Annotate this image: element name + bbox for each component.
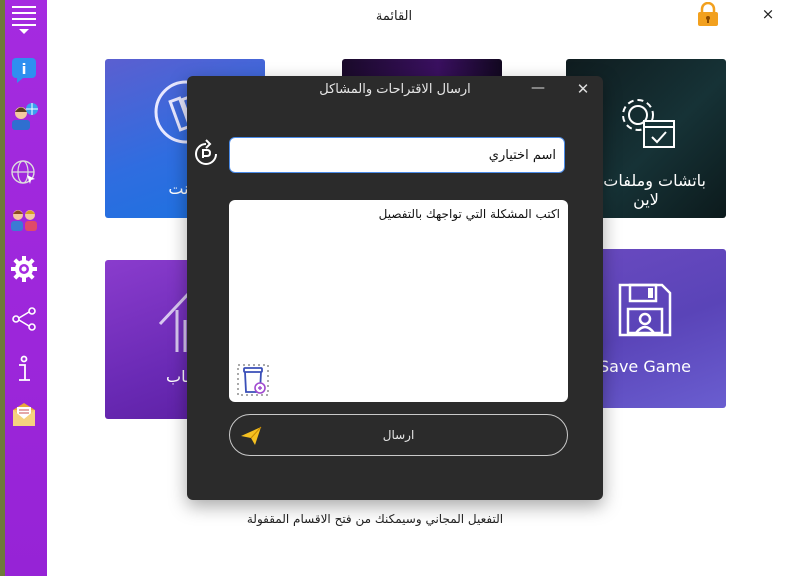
floppy-icon — [616, 281, 674, 339]
info-icon[interactable] — [9, 354, 39, 384]
settings-gear-icon[interactable] — [9, 254, 39, 284]
dialog-title: ارسال الاقتراحات والمشاكل — [319, 82, 471, 97]
problem-textarea[interactable]: اكتب المشكلة التي تواجهك بالتفصيل — [229, 200, 568, 402]
info-chat-icon[interactable]: i — [9, 55, 39, 85]
patches-label-line2: لاين — [633, 190, 659, 209]
send-label: ارسال — [382, 428, 415, 442]
patches-label-line1: باتشات وملفات او — [586, 171, 706, 190]
window-close-button[interactable]: × — [759, 5, 777, 23]
clear-trash-icon[interactable] — [237, 364, 269, 396]
users-icon[interactable] — [9, 205, 39, 235]
mail-icon[interactable] — [9, 400, 39, 430]
patches-label: باتشات وملفات او لاين — [586, 171, 706, 209]
savegame-label: Save Game — [599, 357, 691, 376]
send-button[interactable]: ارسال — [229, 414, 568, 456]
name-input[interactable] — [229, 137, 565, 173]
dialog-close-button[interactable]: ✕ — [573, 80, 593, 100]
svg-text:i: i — [22, 62, 27, 78]
user-globe-icon[interactable] — [9, 102, 39, 132]
activation-note: التفعيل المجاني وسيمكنك من فتح الاقسام ا… — [246, 512, 504, 526]
sidebar: i — [0, 0, 47, 576]
sidebar-edge — [0, 0, 5, 576]
gear-checklist-icon — [614, 93, 680, 153]
page-title: القائمة — [375, 9, 413, 24]
lock-icon[interactable] — [697, 1, 719, 26]
suggestions-dialog: ارسال الاقتراحات والمشاكل — ✕ اكتب المشك… — [187, 76, 603, 500]
refresh-icon[interactable] — [190, 138, 222, 170]
globe-cursor-icon[interactable] — [9, 158, 39, 188]
share-icon[interactable] — [9, 304, 39, 334]
minimize-button[interactable]: — — [528, 80, 548, 100]
